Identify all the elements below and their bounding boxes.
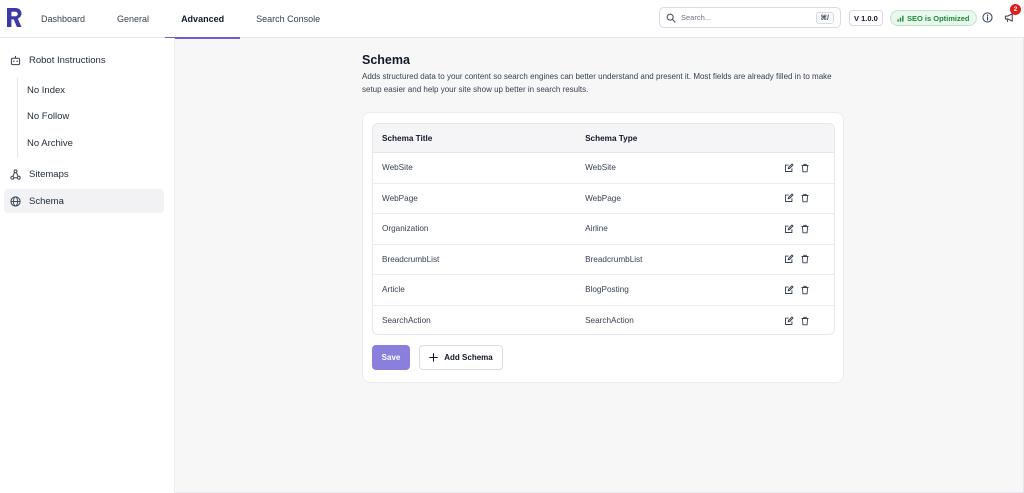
schema-type-cell: BlogPosting: [585, 285, 629, 295]
search-icon: [666, 13, 676, 23]
sidebar-item-robot-instructions[interactable]: Robot Instructions: [4, 48, 164, 72]
row-actions: [784, 254, 834, 264]
info-icon[interactable]: [982, 12, 993, 23]
tab-search-console[interactable]: Search Console: [240, 0, 336, 38]
table-row: WebSite WebSite: [373, 153, 834, 184]
add-schema-label: Add Schema: [444, 353, 493, 362]
schema-type-cell: SearchAction: [585, 316, 634, 326]
schema-type-cell: WebPage: [585, 193, 621, 203]
save-button[interactable]: Save: [372, 345, 410, 370]
row-actions: [784, 285, 834, 295]
sidebar-item-label: Schema: [29, 195, 64, 207]
schema-title-cell: Article: [382, 285, 405, 295]
table-row: BreadcrumbList BreadcrumbList: [373, 244, 834, 275]
seo-status-icon: [897, 15, 904, 22]
sitemap-icon: [10, 168, 21, 180]
column-header-type: Schema Type: [585, 133, 638, 143]
edit-icon[interactable]: [784, 193, 794, 203]
trash-icon[interactable]: [800, 254, 810, 264]
search-input[interactable]: [681, 13, 816, 22]
logo[interactable]: [4, 6, 24, 30]
trash-icon[interactable]: [800, 224, 810, 234]
add-schema-button[interactable]: Add Schema: [419, 345, 503, 370]
notification-badge: 2: [1010, 4, 1021, 15]
edit-icon[interactable]: [784, 163, 794, 173]
plus-icon: [429, 353, 439, 362]
robot-icon: [10, 55, 21, 65]
top-bar: Dashboard General Advanced Search Consol…: [0, 0, 1024, 39]
sidebar: Robot Instructions No Index No Follow No…: [0, 38, 175, 493]
column-header-title: Schema Title: [382, 133, 433, 143]
schema-card: Schema Title Schema Type WebSite WebSite…: [362, 112, 844, 383]
sidebar-subitem-no-follow[interactable]: No Follow: [27, 107, 69, 125]
seo-status-badge[interactable]: SEO is Optimized: [890, 10, 977, 26]
trash-icon[interactable]: [800, 285, 810, 295]
table-row: SearchAction SearchAction: [373, 305, 834, 334]
schema-type-cell: BreadcrumbList: [585, 254, 643, 264]
schema-type-cell: WebSite: [585, 163, 616, 173]
sidebar-item-schema[interactable]: Schema: [4, 189, 164, 213]
schema-title-cell: SearchAction: [382, 316, 431, 326]
tab-dashboard[interactable]: Dashboard: [25, 0, 101, 38]
schema-title-cell: WebPage: [382, 193, 418, 203]
search-box[interactable]: ⌘/: [659, 7, 841, 28]
row-actions: [784, 163, 834, 173]
row-actions: [784, 224, 834, 234]
page-description: Adds structured data to your content so …: [362, 72, 832, 94]
table-row: Organization Airline: [373, 214, 834, 245]
sidebar-item-sitemaps[interactable]: Sitemaps: [4, 162, 164, 186]
schema-title-cell: WebSite: [382, 163, 413, 173]
table-row: Article BlogPosting: [373, 275, 834, 306]
table-header: Schema Title Schema Type: [373, 124, 834, 153]
schema-table: Schema Title Schema Type WebSite WebSite…: [372, 123, 835, 335]
sidebar-item-label: Sitemaps: [29, 168, 69, 180]
edit-icon[interactable]: [784, 285, 794, 295]
page-title: Schema: [362, 53, 410, 67]
seo-status-label: SEO is Optimized: [907, 13, 970, 23]
schema-type-cell: Airline: [585, 224, 608, 234]
main-nav: Dashboard General Advanced Search Consol…: [25, 0, 336, 39]
row-actions: [784, 316, 834, 326]
edit-icon[interactable]: [784, 254, 794, 264]
table-row: WebPage WebPage: [373, 183, 834, 214]
edit-icon[interactable]: [784, 224, 794, 234]
globe-icon: [10, 195, 21, 207]
search-shortcut: ⌘/: [815, 11, 834, 24]
trash-icon[interactable]: [800, 316, 810, 326]
sidebar-subitem-no-archive[interactable]: No Archive: [27, 134, 73, 152]
app-window: Dashboard General Advanced Search Consol…: [0, 0, 1024, 493]
schema-title-cell: Organization: [382, 224, 429, 234]
schema-title-cell: BreadcrumbList: [382, 254, 440, 264]
trash-icon[interactable]: [800, 193, 810, 203]
sub-menu-rail: [17, 78, 18, 158]
sidebar-item-label: Robot Instructions: [29, 54, 106, 66]
tab-advanced[interactable]: Advanced: [165, 0, 241, 39]
row-actions: [784, 193, 834, 203]
edit-icon[interactable]: [784, 316, 794, 326]
version-badge: V 1.0.0: [849, 10, 883, 26]
trash-icon[interactable]: [800, 163, 810, 173]
tab-general[interactable]: General: [101, 0, 165, 38]
sidebar-subitem-no-index[interactable]: No Index: [27, 81, 65, 99]
